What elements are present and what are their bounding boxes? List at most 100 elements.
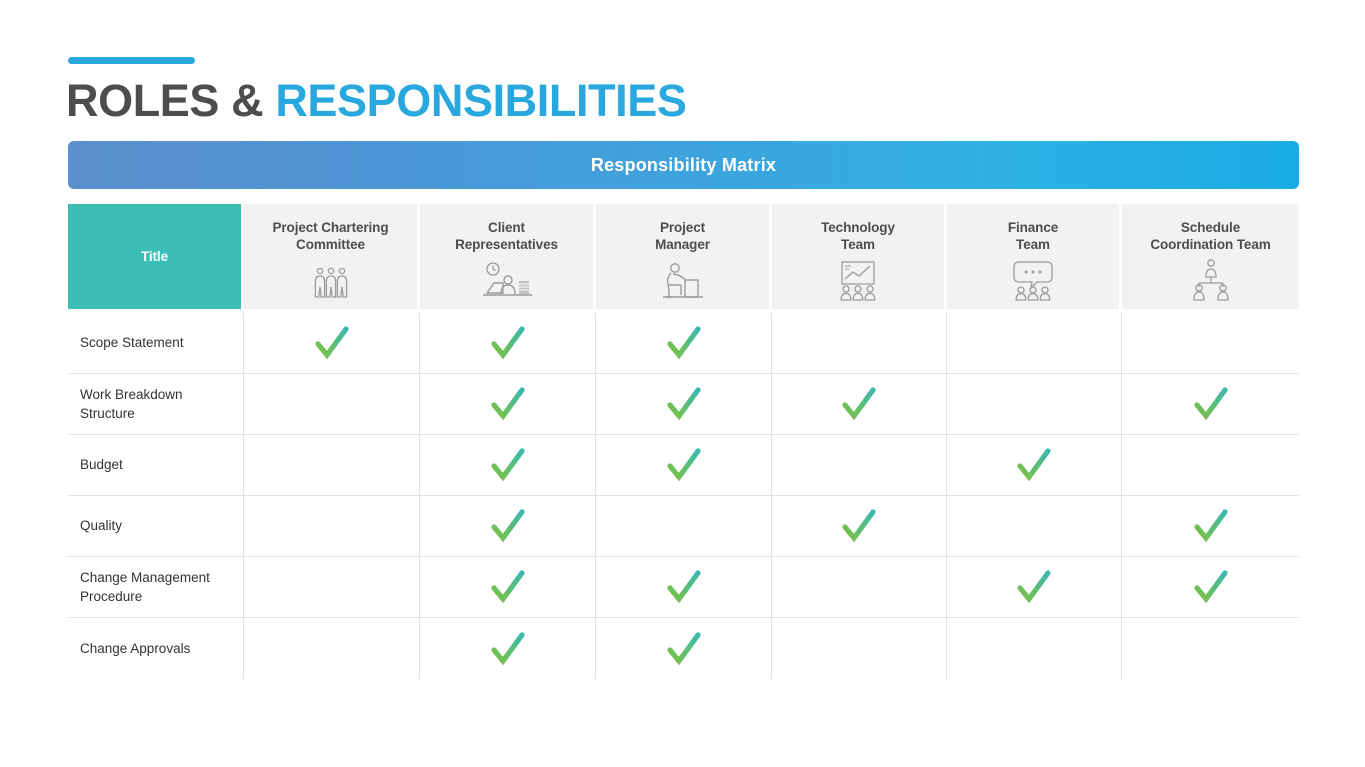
responsibility-matrix-banner: Responsibility Matrix [68,141,1299,189]
row-label-text: Quality [80,518,123,534]
table-header-cell-1: Project Chartering Committee [244,204,420,309]
table-row: Quality [68,496,1299,557]
checkmark-icon [490,447,526,483]
checkmark-icon [490,508,526,544]
table-header-cell-2: Client Representatives [420,204,596,309]
slide-canvas: ROLES & RESPONSIBILITIES Responsibility … [0,0,1365,767]
table-header-title-label: Title [140,248,168,264]
table-header-cell-4: Technology Team [772,204,947,309]
checkmark-icon [841,508,877,544]
checkmark-icon [490,325,526,361]
table-row: Scope Statement [68,313,1299,374]
matrix-cell[interactable] [420,496,596,556]
matrix-cell[interactable] [596,557,772,617]
org-chart-hierarchy-icon [1122,259,1299,301]
matrix-cell[interactable] [244,435,420,495]
slide-footer: POWERSLIDES 3 WWW.POWERLIDES.COM [0,712,1365,746]
matrix-cell[interactable] [596,313,772,373]
matrix-cell[interactable] [596,618,772,679]
column-header-label: Schedule Coordination Team [1150,220,1271,253]
three-people-icon [244,259,417,301]
column-header-label: Client Representatives [455,220,558,253]
matrix-cell[interactable] [420,618,596,679]
matrix-cell[interactable] [1122,496,1299,556]
matrix-cell[interactable] [772,557,947,617]
row-label: Work Breakdown Structure [68,374,244,434]
table-row: Change Approvals [68,618,1299,679]
person-at-desk-icon [596,259,769,301]
matrix-cell[interactable] [772,618,947,679]
matrix-cell[interactable] [772,435,947,495]
row-label-text: Work Breakdown Structure [80,386,183,421]
matrix-cell[interactable] [947,313,1122,373]
row-label-text: Change Management Procedure [80,569,210,604]
matrix-cell[interactable] [596,435,772,495]
matrix-cell[interactable] [420,557,596,617]
matrix-cell[interactable] [947,435,1122,495]
column-header-label: Technology Team [821,220,895,253]
banner-title: Responsibility Matrix [590,154,777,175]
matrix-cell[interactable] [244,313,420,373]
row-label: Change Approvals [68,618,244,679]
row-label-text: Budget [80,457,123,473]
matrix-cell[interactable] [947,374,1122,434]
column-header-label: Project Chartering Committee [272,220,389,253]
checkmark-icon [490,386,526,422]
checkmark-icon [666,631,702,667]
matrix-cell[interactable] [244,618,420,679]
speech-bubble-audience-icon [947,259,1119,301]
page-title: ROLES & RESPONSIBILITIES [66,75,687,127]
checkmark-icon [1016,447,1052,483]
table-header-cell-6: Schedule Coordination Team [1122,204,1299,309]
matrix-cell[interactable] [1122,374,1299,434]
checkmark-icon [666,386,702,422]
table-header-row: Title Project Chartering Committee Client Re… [68,204,1299,309]
matrix-cell[interactable] [596,374,772,434]
person-at-laptop-clock-icon [420,259,593,301]
matrix-cell[interactable] [947,496,1122,556]
matrix-cell[interactable] [244,557,420,617]
checkmark-icon [666,325,702,361]
table-body: Scope Statement Work Breakdown Structure Bu… [68,313,1299,679]
matrix-cell[interactable] [244,374,420,434]
matrix-cell[interactable] [772,313,947,373]
row-label-text: Scope Statement [80,335,184,351]
matrix-cell[interactable] [596,496,772,556]
table-row: Work Breakdown Structure [68,374,1299,435]
table-header-cell-3: Project Manager [596,204,772,309]
checkmark-icon [1193,386,1229,422]
matrix-cell[interactable] [244,496,420,556]
page-title-plain: ROLES & [66,75,276,126]
checkmark-icon [1193,508,1229,544]
checkmark-icon [841,386,877,422]
checkmark-icon [490,631,526,667]
matrix-cell[interactable] [1122,557,1299,617]
checkmark-icon [1193,569,1229,605]
checkmark-icon [666,447,702,483]
row-label: Quality [68,496,244,556]
matrix-cell[interactable] [420,374,596,434]
matrix-cell[interactable] [947,618,1122,679]
matrix-cell[interactable] [772,496,947,556]
row-label: Change Management Procedure [68,557,244,617]
table-header-cell-5: Finance Team [947,204,1122,309]
matrix-cell[interactable] [420,313,596,373]
column-header-label: Finance Team [1007,220,1059,253]
matrix-cell[interactable] [947,557,1122,617]
title-accent-bar [68,57,195,64]
page-title-highlight: RESPONSIBILITIES [275,75,687,126]
matrix-cell[interactable] [1122,618,1299,679]
table-row: Budget [68,435,1299,496]
matrix-cell[interactable] [1122,435,1299,495]
matrix-cell[interactable] [1122,313,1299,373]
responsibility-matrix-table: Title Project Chartering Committee Client Re… [68,204,1299,680]
checkmark-icon [1016,569,1052,605]
row-label: Budget [68,435,244,495]
row-label-text: Change Approvals [80,640,191,656]
presentation-chart-audience-icon [772,259,944,301]
checkmark-icon [314,325,350,361]
matrix-cell[interactable] [772,374,947,434]
checkmark-icon [666,569,702,605]
checkmark-icon [490,569,526,605]
matrix-cell[interactable] [420,435,596,495]
